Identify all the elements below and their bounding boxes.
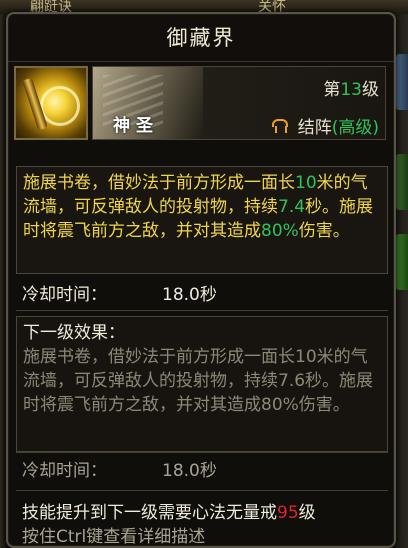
skill-grade: (高级)	[331, 118, 379, 138]
section-divider	[16, 490, 388, 491]
level-suffix: 级	[362, 80, 379, 100]
upgrade-requirement: 技能提升到下一级需要心法无量戒95级	[22, 498, 316, 523]
next-cooldown-label: 冷却时间：	[22, 461, 107, 481]
game-screen: 翩跹诀 关怀 御藏界 神圣 第13级 结阵 (高级) 施展书卷，借妙法于前方形成一…	[0, 0, 408, 548]
background-right-panel	[396, 14, 408, 548]
level-prefix: 第	[323, 80, 341, 100]
next-level-description: 下一级效果： 施展书卷，借妙法于前方形成一面长10米的气流墙，可反弹敌人的投射物…	[16, 316, 388, 452]
cooldown-label: 冷却时间：	[22, 285, 107, 305]
ctrl-detail-hint: 按住Ctrl键查看详细描述	[22, 527, 206, 547]
icon-ring	[40, 86, 80, 126]
background-skill-slot-icon[interactable]	[396, 154, 408, 210]
tooltip-title-bar: 御藏界	[8, 14, 394, 62]
skill-level: 第13级	[323, 75, 379, 100]
effect-text: 施展书卷，借妙法于前方形成一面长	[23, 173, 295, 193]
level-value: 13	[340, 80, 362, 100]
faction-label: 神圣	[113, 116, 159, 136]
skill-type: 结阵	[297, 118, 332, 138]
background-skill-slot-icon[interactable]	[396, 234, 408, 290]
skill-type-row: 结阵 (高级)	[270, 113, 379, 138]
requirement-text: 技能提升到下一级需要心法无量戒	[22, 503, 277, 523]
requirement-suffix: 级	[298, 503, 316, 523]
background-skill-slot-icon[interactable]	[396, 54, 408, 110]
cooldown-value: 18.0秒	[162, 285, 217, 305]
section-divider	[16, 310, 388, 311]
next-cooldown-value: 18.0秒	[162, 461, 217, 481]
formation-icon	[270, 118, 288, 134]
cooldown-row: 冷却时间： 18.0秒	[22, 280, 217, 305]
skill-tooltip: 御藏界 神圣 第13级 结阵 (高级) 施展书卷，借妙法于前方形成一面长10米的气…	[6, 12, 396, 548]
next-cooldown-row: 冷却时间： 18.0秒	[22, 456, 217, 481]
skill-name: 御藏界	[166, 26, 236, 50]
golden-scroll-icon	[14, 66, 88, 140]
requirement-level: 95	[277, 503, 299, 523]
effect-duration-value: 7.4	[278, 197, 306, 217]
section-divider	[16, 452, 388, 453]
effect-text: 伤害。	[298, 221, 350, 241]
current-effect-description: 施展书卷，借妙法于前方形成一面长10米的气流墙，可反弹敌人的投射物，持续7.4秒…	[16, 166, 388, 274]
effect-length-value: 10	[295, 173, 317, 193]
skill-info-banner: 神圣 第13级 结阵 (高级)	[92, 66, 386, 140]
next-level-text: 施展书卷，借妙法于前方形成一面长10米的气流墙，可反弹敌人的投射物，持续7.6秒…	[23, 347, 374, 415]
next-level-header: 下一级效果：	[23, 323, 125, 343]
effect-damage-value: 80%	[261, 221, 299, 241]
